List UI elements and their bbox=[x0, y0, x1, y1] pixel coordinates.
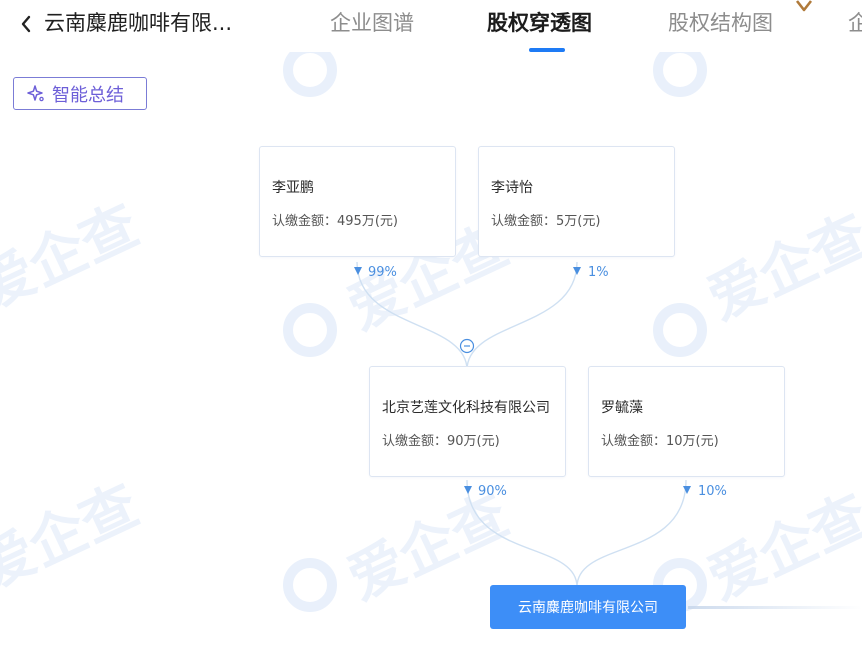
watermark-text: 爱企查 bbox=[698, 203, 862, 331]
arrow-down-icon bbox=[683, 486, 691, 494]
shareholder-card[interactable]: 李亚鹏 认缴金额：495万(元) bbox=[259, 146, 456, 257]
watermark-text: 爱企查 bbox=[0, 473, 147, 601]
arrow-down-icon bbox=[354, 267, 362, 275]
tab-equity-penetration[interactable]: 股权穿透图 bbox=[487, 9, 592, 37]
shareholding-percent: 1% bbox=[588, 265, 609, 280]
shareholder-card[interactable]: 北京艺莲文化科技有限公司 认缴金额：90万(元) bbox=[369, 366, 566, 477]
decorative-divider bbox=[688, 606, 862, 609]
company-title: 云南麋鹿咖啡有限... bbox=[44, 11, 233, 35]
shareholder-name: 罗毓藻 bbox=[601, 400, 643, 416]
sparkle-icon bbox=[27, 84, 44, 101]
watermark-text: 爱企查 bbox=[698, 483, 862, 611]
shareholding-percent: 99% bbox=[368, 265, 397, 280]
shareholder-name: 北京艺莲文化科技有限公司 bbox=[382, 400, 550, 416]
chevron-left-icon bbox=[21, 15, 31, 33]
vip-diamond-icon bbox=[795, 0, 813, 12]
smart-summary-label: 智能总结 bbox=[52, 84, 124, 106]
watermark-text: 爱企查 bbox=[0, 193, 147, 321]
smart-summary-button[interactable]: 智能总结 bbox=[13, 77, 147, 110]
target-company-node[interactable]: 云南麋鹿咖啡有限公司 bbox=[490, 585, 686, 629]
shareholder-card[interactable]: 罗毓藻 认缴金额：10万(元) bbox=[588, 366, 785, 477]
shareholder-card[interactable]: 李诗怡 认缴金额：5万(元) bbox=[478, 146, 675, 257]
subscribed-amount: 认缴金额：495万(元) bbox=[272, 214, 398, 229]
active-tab-indicator bbox=[529, 48, 565, 52]
tab-more[interactable]: 企 bbox=[848, 9, 862, 37]
shareholder-name: 李亚鹏 bbox=[272, 180, 314, 196]
tab-enterprise-graph[interactable]: 企业图谱 bbox=[330, 9, 414, 37]
subscribed-amount: 认缴金额：10万(元) bbox=[601, 434, 719, 449]
shareholding-percent: 90% bbox=[478, 484, 507, 499]
arrow-down-icon bbox=[573, 267, 581, 275]
top-nav-bar: 云南麋鹿咖啡有限... 企业图谱 股权穿透图 股权结构图 企 bbox=[0, 0, 862, 52]
shareholder-name: 李诗怡 bbox=[491, 180, 533, 196]
subscribed-amount: 认缴金额：5万(元) bbox=[491, 214, 601, 229]
tab-equity-structure[interactable]: 股权结构图 bbox=[668, 9, 773, 37]
back-button[interactable] bbox=[14, 10, 38, 38]
subscribed-amount: 认缴金额：90万(元) bbox=[382, 434, 500, 449]
arrow-down-icon bbox=[464, 486, 472, 494]
collapse-minus-icon[interactable] bbox=[459, 338, 475, 354]
shareholding-percent: 10% bbox=[698, 484, 727, 499]
